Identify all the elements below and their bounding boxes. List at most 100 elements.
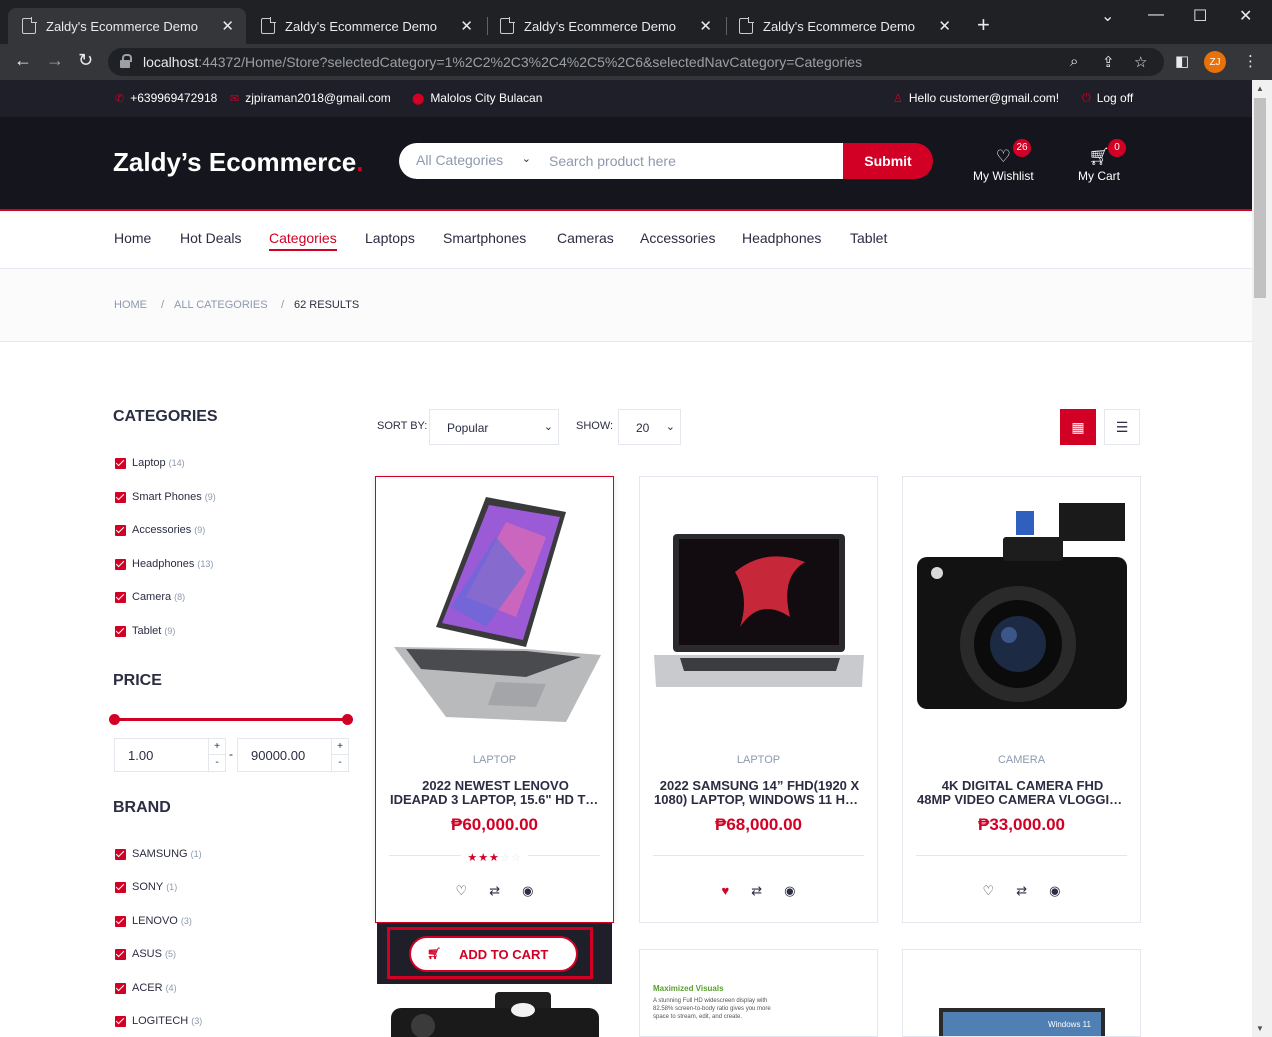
category-checkbox-camera[interactable]: Camera (8) (115, 591, 185, 603)
browser-tab[interactable]: Zaldy's Ecommerce Demo ✕ (725, 8, 963, 44)
product-name[interactable]: 2022 Newest Lenovo IdeaPad 3 Laptop, 15.6… (390, 779, 601, 807)
new-tab-icon[interactable]: + (977, 12, 990, 38)
checkbox-checked[interactable] (115, 558, 126, 570)
window-close-icon[interactable]: ✕ (1239, 6, 1252, 26)
nav-tablet[interactable]: Tablet (850, 230, 887, 249)
browser-tab[interactable]: Zaldy's Ecommerce Demo ✕ (247, 8, 485, 44)
nav-smartphones[interactable]: Smartphones (443, 230, 526, 249)
minus-icon[interactable]: - (332, 755, 348, 771)
checkbox-checked[interactable] (115, 491, 126, 503)
quick-view-eye-icon[interactable]: ◉ (1049, 883, 1060, 899)
wishlisted-heart-icon[interactable]: ♥ (722, 883, 730, 899)
site-logo[interactable]: Zaldy’s Ecommerce. (113, 147, 364, 178)
brand-checkbox-logitech[interactable]: LOGITECH (3) (115, 1015, 202, 1027)
back-icon[interactable]: ← (14, 50, 32, 71)
compare-icon[interactable]: ⇄ (751, 883, 762, 899)
category-checkbox-headphones[interactable]: Headphones (13) (115, 558, 213, 570)
checkbox-checked[interactable] (115, 591, 126, 603)
category-select[interactable]: All Categories ⌄ (399, 143, 537, 179)
profile-avatar[interactable]: ZJ (1204, 51, 1226, 73)
scroll-down-icon[interactable]: ▼ (1256, 1024, 1264, 1033)
phone-link[interactable]: ✆ +639969472918 (115, 91, 217, 105)
price-min-input[interactable]: 1.00 + - (114, 738, 226, 772)
breadcrumb-all-categories[interactable]: All Categories (174, 299, 268, 311)
list-view-icon[interactable]: ☰ (1104, 409, 1140, 445)
search-input[interactable] (536, 143, 843, 179)
grid-view-icon[interactable]: ▦ (1060, 409, 1096, 445)
product-card[interactable]: Windows 11 (902, 949, 1141, 1037)
compare-icon[interactable]: ⇄ (1016, 883, 1027, 899)
account-greeting[interactable]: ♙ Hello customer@gmail.com! (893, 91, 1059, 105)
browser-tab[interactable]: Zaldy's Ecommerce Demo ✕ (486, 8, 724, 44)
brand-checkbox-asus[interactable]: ASUS (5) (115, 948, 176, 960)
product-name[interactable]: 2022 Samsung 14” FHD(1920 x 1080) Laptop,… (654, 779, 865, 807)
close-icon[interactable]: ✕ (460, 17, 473, 35)
product-image-laptop[interactable] (903, 950, 1140, 1037)
logoff-link[interactable]: ⏻ Log off (1082, 91, 1133, 105)
share-icon[interactable]: ⇪ (1102, 53, 1115, 71)
forward-icon[interactable]: → (46, 50, 64, 71)
wishlist-link[interactable]: ♡ My Wishlist 26 (973, 139, 1034, 183)
sort-by-select[interactable]: Popular ⌄ (429, 409, 559, 445)
category-checkbox-laptop[interactable]: Laptop (14) (115, 457, 185, 469)
close-icon[interactable]: ✕ (938, 17, 951, 35)
scrollbar-thumb[interactable] (1254, 98, 1266, 298)
brand-checkbox-lenovo[interactable]: LENOVO (3) (115, 915, 192, 927)
category-checkbox-accessories[interactable]: Accessories (9) (115, 524, 205, 536)
checkbox-checked[interactable] (115, 524, 126, 536)
checkbox-checked[interactable] (115, 457, 126, 469)
product-card[interactable]: Camera 4K Digital Camera FHD 48MP Video C… (902, 476, 1141, 923)
scroll-up-icon[interactable]: ▲ (1256, 84, 1264, 93)
url-text[interactable]: localhost:44372/Home/Store?selectedCateg… (143, 54, 862, 70)
product-image-camera[interactable] (903, 477, 1140, 747)
product-card[interactable]: Laptop 2022 Samsung 14” FHD(1920 x 1080) … (639, 476, 878, 923)
compare-icon[interactable]: ⇄ (489, 883, 500, 899)
close-icon[interactable]: ✕ (699, 17, 712, 35)
breadcrumb-home[interactable]: Home (114, 299, 147, 311)
quick-view-eye-icon[interactable]: ◉ (784, 883, 795, 899)
checkbox-checked[interactable] (115, 848, 126, 860)
side-panel-icon[interactable]: ◧ (1175, 52, 1189, 70)
nav-categories[interactable]: Categories (269, 230, 337, 251)
url-field[interactable]: localhost:44372/Home/Store?selectedCateg… (108, 48, 1164, 76)
nav-hot-deals[interactable]: Hot Deals (180, 230, 241, 249)
checkbox-checked[interactable] (115, 915, 126, 927)
add-to-wishlist-heart-icon[interactable]: ♡ (983, 883, 995, 899)
brand-checkbox-samsung[interactable]: SAMSUNG (1) (115, 848, 202, 860)
browser-tab[interactable]: Zaldy's Ecommerce Demo ✕ (8, 8, 246, 44)
nav-headphones[interactable]: Headphones (742, 230, 821, 249)
cart-link[interactable]: 🛒︎ My Cart 0 (1078, 139, 1126, 183)
plus-icon[interactable]: + (332, 739, 348, 755)
price-min-stepper[interactable]: + - (208, 739, 225, 771)
brand-checkbox-sony[interactable]: SONY (1) (115, 881, 177, 893)
product-image-laptop[interactable] (640, 477, 877, 747)
add-to-wishlist-heart-icon[interactable]: ♡ (456, 883, 468, 899)
product-name[interactable]: 4K Digital Camera FHD 48MP Video Camera V… (917, 779, 1128, 807)
price-max-stepper[interactable]: + - (331, 739, 348, 771)
checkbox-checked[interactable] (115, 1015, 126, 1027)
page-scrollbar[interactable]: ▲ ▼ (1252, 80, 1272, 1037)
quick-view-eye-icon[interactable]: ◉ (522, 883, 533, 899)
nav-home[interactable]: Home (114, 230, 151, 249)
checkbox-checked[interactable] (115, 625, 126, 637)
bookmark-star-icon[interactable]: ☆ (1134, 53, 1147, 71)
product-image-camera[interactable] (377, 984, 612, 1037)
show-count-select[interactable]: 20 ⌄ (618, 409, 681, 445)
add-to-cart-button[interactable]: 🛒︎ Add to Cart (409, 936, 578, 972)
location-link[interactable]: ⬤ Malolos City Bulacan (412, 91, 542, 105)
menu-kebab-icon[interactable]: ⋮ (1243, 52, 1258, 70)
maximize-icon[interactable]: ☐ (1193, 6, 1207, 26)
close-icon[interactable]: ✕ (221, 17, 234, 35)
submit-button[interactable]: Submit (843, 143, 933, 179)
price-max-input[interactable]: 90000.00 + - (237, 738, 349, 772)
reload-icon[interactable]: ↻ (78, 50, 93, 71)
lock-icon[interactable] (120, 54, 132, 68)
product-image-laptop[interactable] (376, 477, 613, 747)
checkbox-checked[interactable] (115, 982, 126, 994)
brand-checkbox-acer[interactable]: ACER (4) (115, 982, 177, 994)
minus-icon[interactable]: - (209, 755, 225, 771)
product-card[interactable]: Maximized Visuals A stunning Full HD wid… (639, 949, 878, 1037)
checkbox-checked[interactable] (115, 881, 126, 893)
nav-laptops[interactable]: Laptops (365, 230, 415, 249)
price-slider[interactable] (109, 714, 353, 725)
